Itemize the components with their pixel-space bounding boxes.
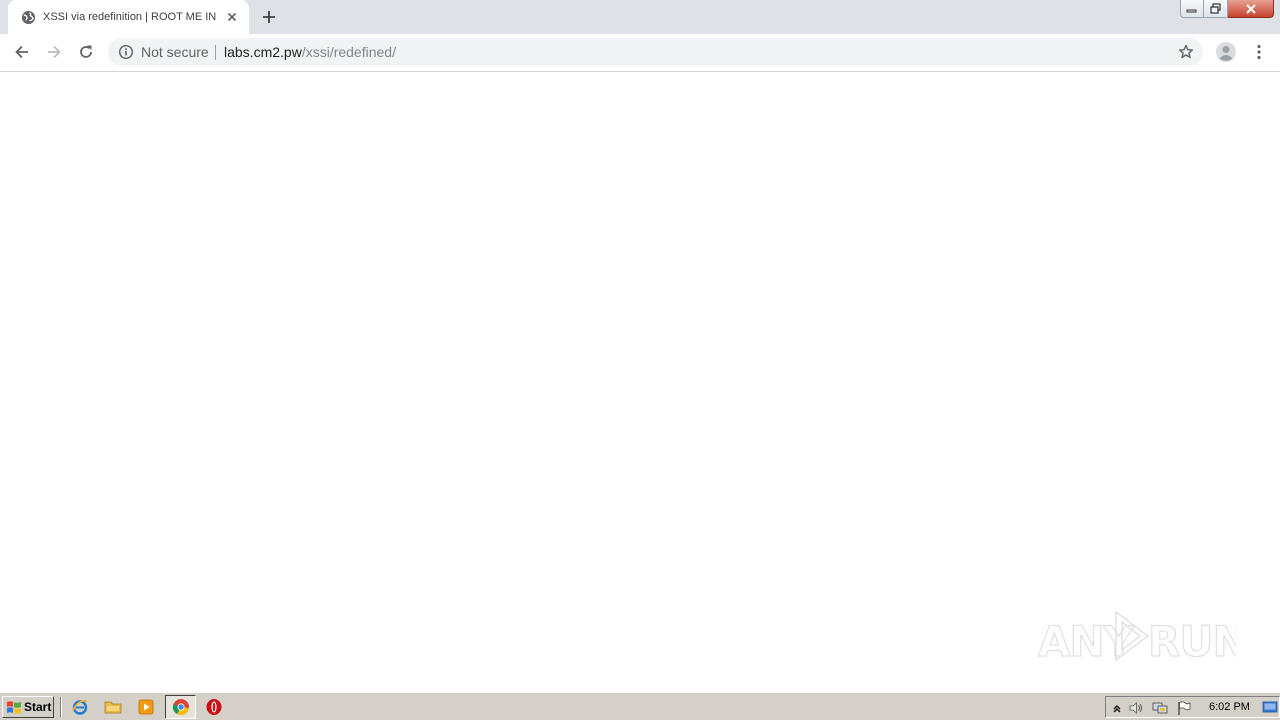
show-desktop-icon[interactable] [1262, 699, 1278, 715]
plus-icon[interactable] [261, 9, 277, 25]
account-icon[interactable] [1215, 41, 1237, 63]
show-hidden-icon[interactable] [1109, 700, 1125, 716]
system-tray: 6:02 PM [1105, 696, 1280, 718]
close-window-button[interactable] [1228, 0, 1274, 18]
star-icon[interactable] [1177, 43, 1195, 61]
window-controls [1180, 0, 1274, 18]
tab-strip: XSSI via redefinition | ROOT ME IN [0, 0, 1280, 34]
kebab-menu-icon[interactable] [1249, 42, 1269, 62]
arrow-right-icon[interactable] [44, 42, 64, 62]
page-content [0, 72, 1280, 692]
tab-title: XSSI via redefinition | ROOT ME IN [43, 11, 217, 23]
start-button[interactable]: Start [2, 696, 54, 718]
info-icon[interactable] [118, 44, 134, 60]
svg-text:RUN: RUN [1148, 617, 1236, 664]
media-player-icon[interactable] [137, 698, 155, 716]
close-icon [1245, 3, 1256, 14]
url-text[interactable]: labs.cm2.pw/xssi/redefined/ [224, 45, 396, 60]
browser-toolbar: Not secure labs.cm2.pw/xssi/redefined/ [0, 34, 1280, 71]
url-path: /xssi/redefined/ [301, 44, 396, 60]
folder-icon[interactable] [104, 698, 122, 716]
minimize-button[interactable] [1180, 0, 1204, 18]
chrome-taskbar-button[interactable] [165, 695, 196, 719]
volume-icon[interactable] [1128, 700, 1144, 716]
url-host: labs.cm2.pw [224, 44, 302, 60]
chrome-icon [172, 699, 189, 716]
close-tab-icon[interactable] [224, 9, 240, 25]
network-icon[interactable] [1152, 700, 1168, 716]
anyrun-watermark: ANY RUN [1036, 604, 1248, 667]
restore-icon [1209, 3, 1221, 14]
opera-icon[interactable] [205, 698, 223, 716]
taskbar-separator [60, 697, 62, 717]
omnibox-divider [215, 45, 216, 60]
start-label: Start [24, 700, 52, 714]
tab-active[interactable]: XSSI via redefinition | ROOT ME IN [8, 0, 249, 34]
internet-explorer-icon[interactable] [71, 698, 89, 716]
globe-icon [21, 10, 36, 25]
address-bar[interactable]: Not secure labs.cm2.pw/xssi/redefined/ [108, 38, 1203, 66]
windows-logo-icon [7, 700, 21, 714]
security-label[interactable]: Not secure [141, 45, 209, 60]
arrow-left-icon[interactable] [12, 42, 32, 62]
flag-icon[interactable] [1176, 700, 1192, 716]
clock[interactable]: 6:02 PM [1209, 701, 1250, 713]
restore-button[interactable] [1204, 0, 1228, 18]
taskbar: Start 6:02 PM [0, 692, 1280, 720]
reload-icon[interactable] [76, 42, 96, 62]
minimize-icon [1186, 9, 1197, 12]
